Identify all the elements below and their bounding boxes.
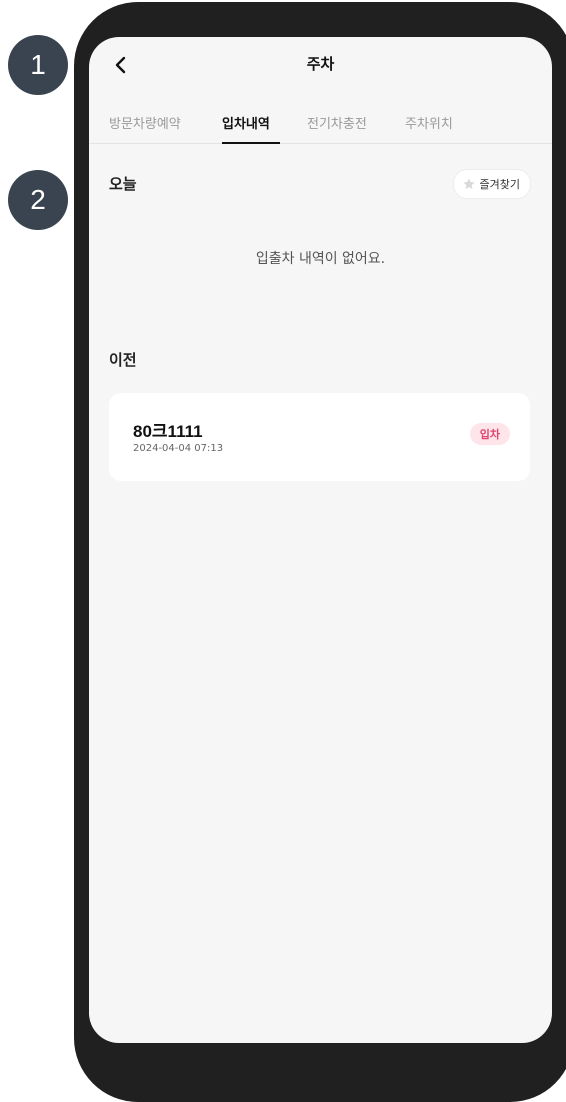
- annotation-badge-1: 1: [8, 35, 68, 95]
- phone-screen: 주차 방문차량예약 입차내역 전기차충전 주차위치 오늘 즐겨찾기 입출차 내역…: [89, 37, 552, 1043]
- top-bar: 주차: [89, 37, 552, 93]
- annotation-badge-2: 2: [8, 170, 68, 230]
- empty-state-message: 입출차 내역이 없어요.: [255, 251, 386, 267]
- status-badge: 입차: [469, 423, 510, 445]
- today-section-title: 오늘: [109, 175, 137, 193]
- entry-datetime: 2024-04-04 07:13: [133, 443, 224, 454]
- star-icon: [462, 178, 475, 190]
- tab-visitor-reservation[interactable]: 방문차량예약: [109, 113, 181, 132]
- previous-section-title: 이전: [109, 351, 137, 369]
- tab-bar: 방문차량예약 입차내역 전기차충전 주차위치: [89, 105, 552, 144]
- tab-parking-location[interactable]: 주차위치: [405, 113, 453, 132]
- entry-card[interactable]: 80크1111 2024-04-04 07:13 입차: [109, 393, 530, 481]
- page-title: 주차: [306, 55, 335, 73]
- favorites-label: 즐겨찾기: [479, 178, 520, 191]
- tab-ev-charging[interactable]: 전기차충전: [307, 113, 367, 132]
- license-plate: 80크1111: [133, 422, 203, 441]
- active-tab-indicator: [222, 142, 280, 144]
- favorites-button[interactable]: 즐겨찾기: [452, 169, 531, 199]
- tab-entry-history[interactable]: 입차내역: [222, 113, 270, 132]
